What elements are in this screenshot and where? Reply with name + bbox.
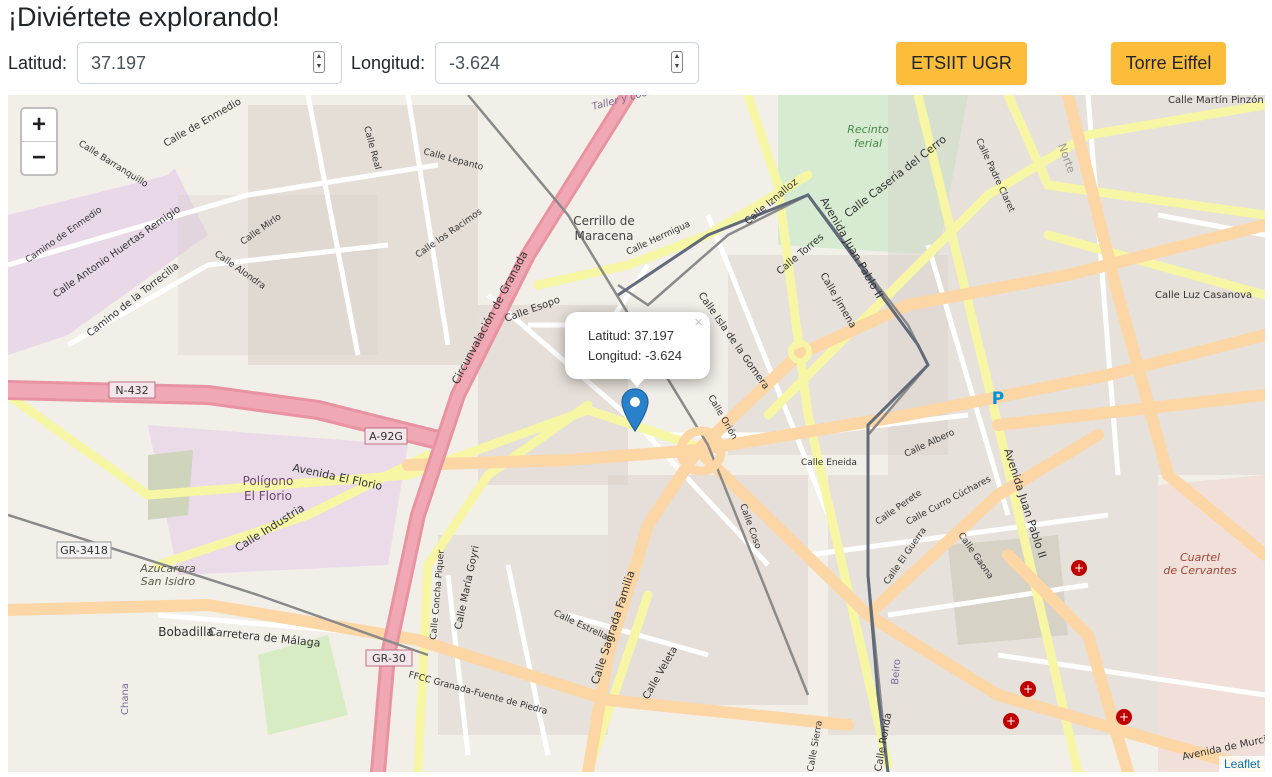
label-cuartel: Cuartel <box>1180 551 1220 564</box>
map-marker-icon[interactable] <box>621 388 649 432</box>
longitude-label: Longitud: <box>351 53 426 73</box>
label-c-luz-casanova: Calle Luz Casanova <box>1155 290 1252 301</box>
shield-n432: N-432 <box>115 384 148 397</box>
shield-gr30: GR-30 <box>372 652 406 665</box>
label-ferial: ferial <box>854 137 882 150</box>
map-tiles: + + + + N-432 A-92G GR-3418 GR-30 Recint… <box>8 95 1265 772</box>
popup-tip <box>628 377 646 387</box>
label-cerrillo: Cerrillo de <box>573 214 635 228</box>
svg-text:+: + <box>1074 561 1084 575</box>
latitude-spinner[interactable]: ▲ ▼ <box>313 51 325 73</box>
label-san-isidro: San Isidro <box>141 575 196 588</box>
label-taller: Taller y cocheras <box>591 95 675 113</box>
svg-text:+: + <box>1006 714 1016 728</box>
zoom-out-button[interactable]: − <box>22 141 56 174</box>
spin-up-icon[interactable]: ▲ <box>672 52 682 62</box>
page-title: ¡Diviértete explorando! <box>8 2 280 32</box>
military-area <box>1158 475 1265 772</box>
latitude-label: Latitud: <box>8 53 68 73</box>
map-view[interactable]: + + + + N-432 A-92G GR-3418 GR-30 Recint… <box>8 95 1265 772</box>
label-cervantes: de Cervantes <box>1163 564 1237 577</box>
svg-text:+: + <box>1119 710 1129 724</box>
shield-gr3418: GR-3418 <box>60 544 108 557</box>
label-florio: El Florio <box>244 489 292 503</box>
label-c-martin-pinzon: Calle Martín Pinzón <box>1168 95 1264 106</box>
popup-close-icon[interactable]: × <box>694 314 703 331</box>
shield-a92g: A-92G <box>369 430 403 443</box>
zoom-control: + − <box>20 107 58 176</box>
label-recinto: Recinto <box>847 123 889 136</box>
attribution-link[interactable]: Leaflet <box>1218 756 1265 772</box>
longitude-input[interactable] <box>435 42 699 84</box>
label-bobadilla: Bobadilla <box>158 625 214 639</box>
grass-area <box>258 635 348 735</box>
torre-eiffel-button[interactable]: Torre Eiffel <box>1111 42 1226 85</box>
label-maracena: Maracena <box>575 229 634 243</box>
popup-longitude: Longitud: -3.624 <box>588 348 682 363</box>
zoom-in-button[interactable]: + <box>22 109 56 141</box>
etsiit-ugr-button[interactable]: ETSIIT UGR <box>896 42 1027 85</box>
label-poligono: Polígono <box>243 474 294 488</box>
latitude-input[interactable] <box>77 42 342 84</box>
field-area <box>148 450 193 520</box>
spin-up-icon[interactable]: ▲ <box>314 52 324 62</box>
label-beiro: Beiro <box>890 659 903 686</box>
longitude-spinner[interactable]: ▲ ▼ <box>671 51 683 73</box>
label-azucarera: Azucarera <box>139 562 196 575</box>
marker-popup: × Latitud: 37.197 Longitud: -3.624 <box>565 312 710 379</box>
label-c-eneida: Calle Eneida <box>801 458 857 468</box>
label-c-sierra: Calle Sierra <box>806 720 825 772</box>
spin-down-icon[interactable]: ▼ <box>314 62 324 72</box>
parking-icon: P <box>992 389 1004 409</box>
popup-latitude: Latitud: 37.197 <box>588 328 675 343</box>
label-chana: Chana <box>120 683 131 715</box>
svg-text:+: + <box>1023 682 1033 696</box>
spin-down-icon[interactable]: ▼ <box>672 62 682 72</box>
